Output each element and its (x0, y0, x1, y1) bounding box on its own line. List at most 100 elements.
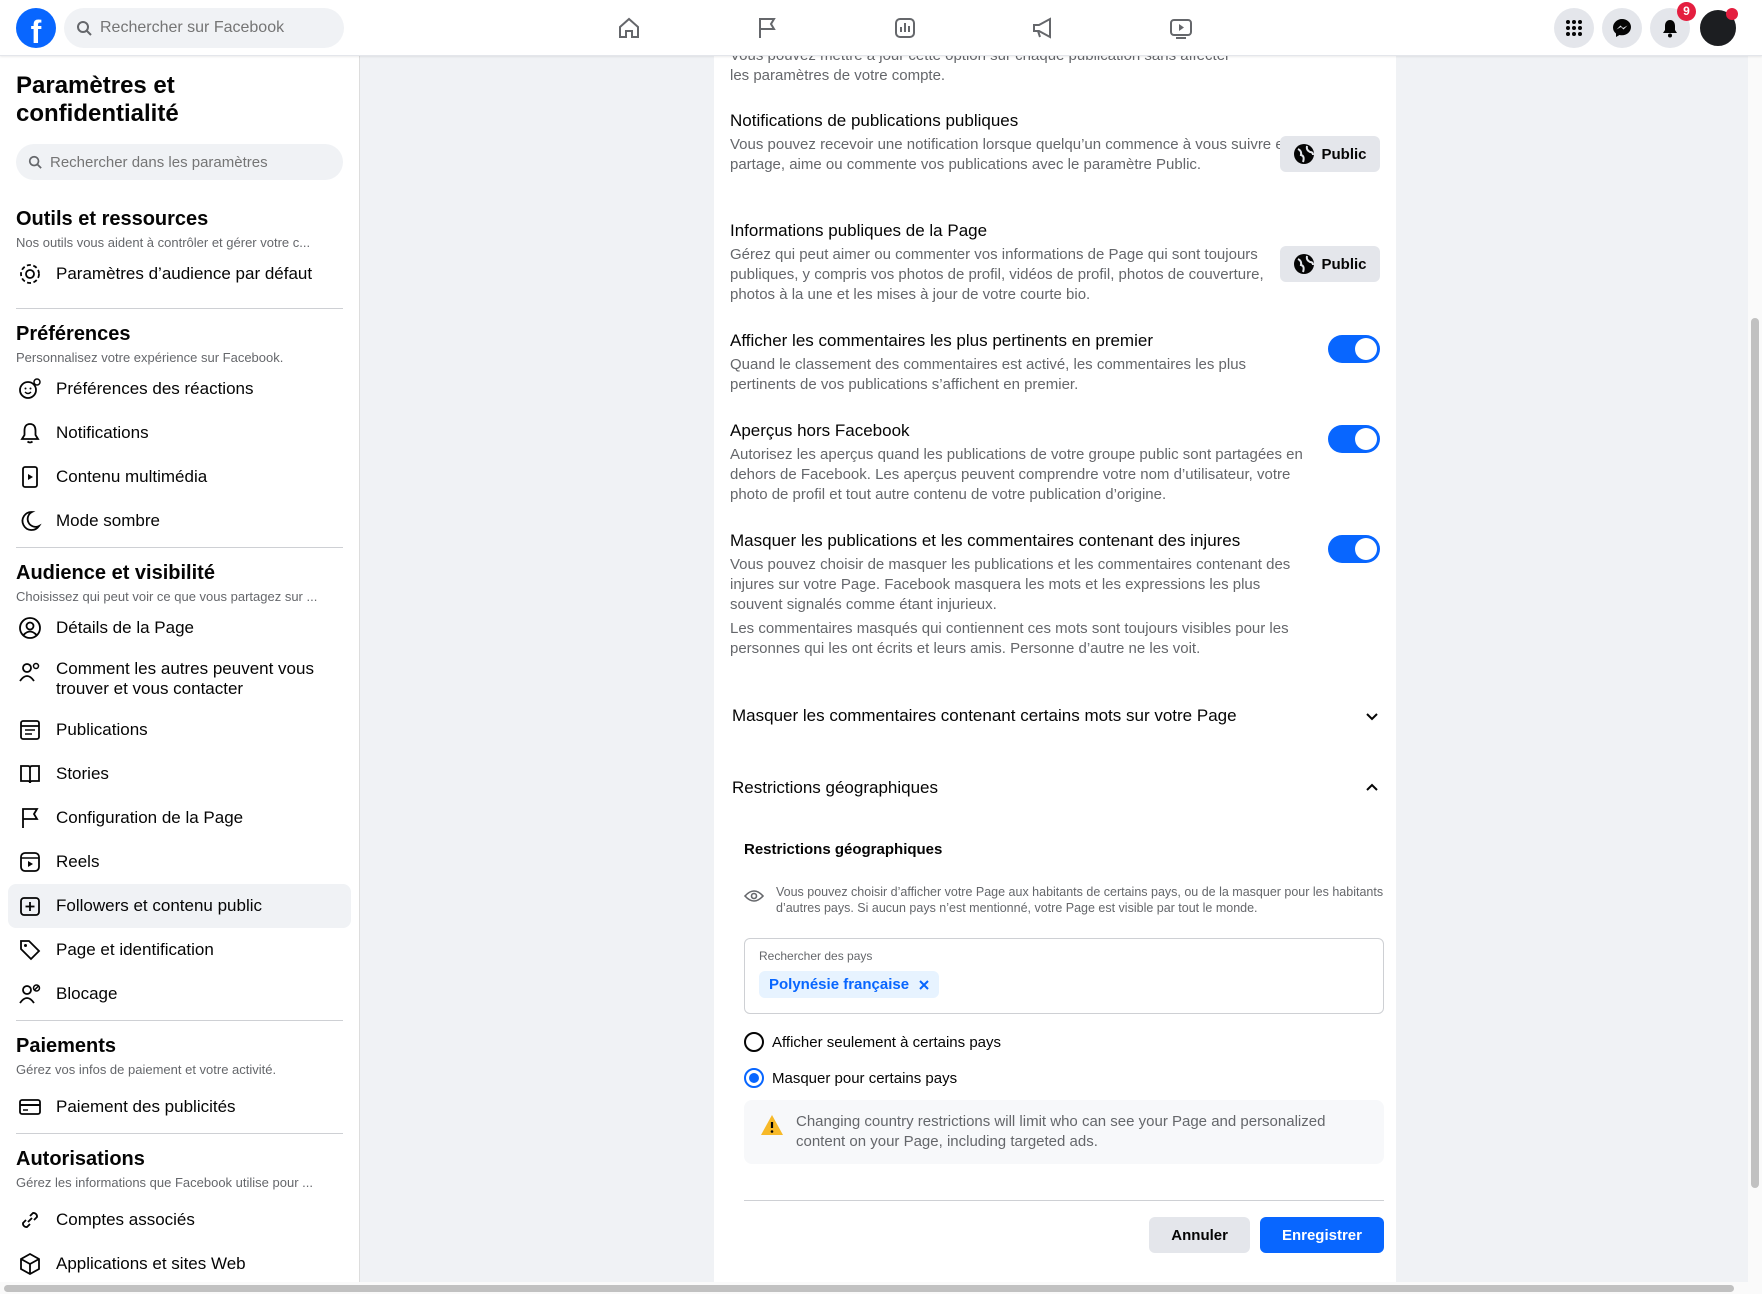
sidebar-item-apps-websites[interactable]: Applications et sites Web (8, 1242, 351, 1282)
sidebar-item-label: Configuration de la Page (56, 808, 244, 827)
geo-restrictions-panel: Restrictions géographiques Vous pouvez c… (744, 841, 1384, 1253)
menu-grid-icon[interactable] (1554, 8, 1594, 48)
sidebar-item-page-details[interactable]: Détails de la Page (8, 606, 351, 650)
truncated-setting-description: Vous pouvez mettre à jour cette option s… (730, 56, 1380, 86)
settings-sidebar: Paramètres et confidentialité Outils et … (0, 56, 360, 1282)
credit-card-icon (16, 1093, 44, 1121)
facebook-search-input[interactable] (100, 19, 300, 37)
add-box-icon (16, 892, 44, 920)
search-icon (28, 155, 42, 169)
sidebar-item-notifications[interactable]: Notifications (8, 411, 351, 455)
radio-show-only[interactable]: Afficher seulement à certains pays (744, 1024, 1384, 1060)
setting-title: Afficher les commentaires les plus perti… (730, 331, 1153, 350)
sidebar-item-blocking[interactable]: Blocage (8, 972, 351, 1016)
sidebar-item-label: Détails de la Page (56, 618, 194, 637)
close-icon[interactable] (919, 979, 929, 990)
horizontal-scrollbar[interactable] (0, 1282, 1762, 1294)
setting-title: Aperçus hors Facebook (730, 421, 910, 440)
accordion-label: Masquer les commentaires contenant certa… (732, 706, 1237, 725)
link-icon (16, 1206, 44, 1234)
moon-icon (16, 507, 44, 535)
setting-description: Autorisez les aperçus quand les publicat… (730, 446, 1303, 503)
sidebar-item-reels[interactable]: Reels (8, 840, 351, 884)
section-heading: Préférences (16, 323, 131, 345)
country-search-field[interactable]: Rechercher des pays Polynésie française (744, 938, 1384, 1014)
sidebar-item-dark-mode[interactable]: Mode sombre (8, 499, 351, 543)
setting-off-facebook-previews: Aperçus hors Facebook Autorisez les aper… (730, 421, 1380, 505)
toggle-knob (1355, 338, 1377, 360)
accordion-label: Restrictions géographiques (732, 778, 939, 797)
toggle-knob (1355, 428, 1377, 450)
accordion-hide-words[interactable]: Masquer les commentaires contenant certa… (732, 696, 1380, 736)
sidebar-item-media[interactable]: Contenu multimédia (8, 455, 351, 499)
setting-title: Masquer les publications et les commenta… (730, 531, 1241, 550)
sidebar-item-followers[interactable]: Followers et contenu public (8, 884, 351, 928)
home-icon[interactable] (560, 0, 698, 56)
facebook-logo[interactable]: f (16, 8, 56, 48)
sidebar-item-ads-payment[interactable]: Paiement des publicités (8, 1085, 351, 1129)
chevron-up-icon (1366, 783, 1378, 791)
account-controls: 9 (1554, 2, 1738, 48)
sidebar-item-find-contact[interactable]: Comment les autres peuvent vous trouver … (8, 650, 351, 708)
section-subtitle: Personnalisez votre expérience sur Faceb… (16, 350, 284, 365)
cancel-button[interactable]: Annuler (1149, 1217, 1250, 1253)
bell-icon (16, 419, 44, 447)
previews-toggle[interactable] (1328, 425, 1380, 453)
video-icon[interactable] (1112, 0, 1250, 56)
settings-content-panel: Vous pouvez mettre à jour cette option s… (714, 56, 1396, 1282)
setting-description: Vous pouvez recevoir une notification lo… (730, 136, 1288, 173)
sidebar-item-stories[interactable]: Stories (8, 752, 351, 796)
geo-title: Restrictions géographiques (744, 841, 943, 858)
warning-icon (761, 1115, 783, 1135)
public-audience-button[interactable]: Public (1280, 246, 1380, 282)
messenger-icon[interactable] (1602, 8, 1642, 48)
notifications-bell-icon[interactable]: 9 (1650, 2, 1696, 48)
sidebar-item-default-audience[interactable]: Paramètres d’audience par défaut (8, 252, 351, 296)
sidebar-item-page-setup[interactable]: Configuration de la Page (8, 796, 351, 840)
preferences-section: Préférences Personnalisez votre expérien… (0, 323, 359, 548)
user-circle-icon (16, 614, 44, 642)
payments-section: Paiements Gérez vos infos de paiement et… (0, 1035, 359, 1134)
scrollbar-thumb[interactable] (4, 1285, 1734, 1292)
scrollbar-thumb[interactable] (1751, 318, 1759, 1188)
section-heading: Audience et visibilité (16, 562, 215, 584)
megaphone-icon[interactable] (974, 0, 1112, 56)
settings-search-input[interactable] (50, 153, 340, 171)
sidebar-item-linked-accounts[interactable]: Comptes associés (8, 1198, 351, 1242)
flag-icon[interactable] (698, 0, 836, 56)
sidebar-item-tagging[interactable]: Page et identification (8, 928, 351, 972)
profanity-toggle[interactable] (1328, 535, 1380, 563)
flag-icon (16, 804, 44, 832)
avatar-status-dot (1726, 8, 1738, 20)
geo-info: Vous pouvez choisir d’afficher votre Pag… (744, 884, 1384, 916)
posts-icon (16, 716, 44, 744)
media-icon (16, 463, 44, 491)
sidebar-item-reactions[interactable]: Préférences des réactions (8, 367, 351, 411)
radio-circle-selected[interactable] (744, 1068, 764, 1088)
sidebar-item-label: Comment les autres peuvent vous trouver … (56, 659, 314, 698)
setting-title: Informations publiques de la Page (730, 221, 988, 240)
facebook-search-bar[interactable] (64, 8, 344, 48)
country-chip: Polynésie française (759, 971, 940, 998)
person-search-icon (16, 658, 44, 686)
relevant-comments-toggle[interactable] (1328, 335, 1380, 363)
radio-circle[interactable] (744, 1032, 764, 1052)
setting-description: Quand le classement des commentaires est… (730, 356, 1247, 393)
sidebar-item-label: Notifications (56, 423, 149, 442)
insights-icon[interactable] (836, 0, 974, 56)
save-button[interactable]: Enregistrer (1259, 1217, 1384, 1253)
vertical-scrollbar[interactable] (1748, 56, 1762, 1282)
accordion-geo-restrictions[interactable]: Restrictions géographiques (732, 768, 1380, 808)
profile-avatar[interactable] (1698, 8, 1738, 48)
settings-search-bar[interactable] (16, 144, 343, 180)
tag-icon (16, 936, 44, 964)
radio-label: Masquer pour certains pays (772, 1069, 958, 1087)
public-audience-button[interactable]: Public (1280, 136, 1380, 172)
divider (744, 1200, 1384, 1201)
radio-hide-for[interactable]: Masquer pour certains pays (744, 1060, 1384, 1096)
setting-description: les paramètres de votre compte. (730, 67, 946, 84)
geo-info-text: Vous pouvez choisir d’afficher votre Pag… (776, 885, 1384, 915)
sidebar-item-publications[interactable]: Publications (8, 708, 351, 752)
permissions-section: Autorisations Gérez les informations que… (0, 1148, 359, 1282)
eye-icon (744, 890, 764, 902)
